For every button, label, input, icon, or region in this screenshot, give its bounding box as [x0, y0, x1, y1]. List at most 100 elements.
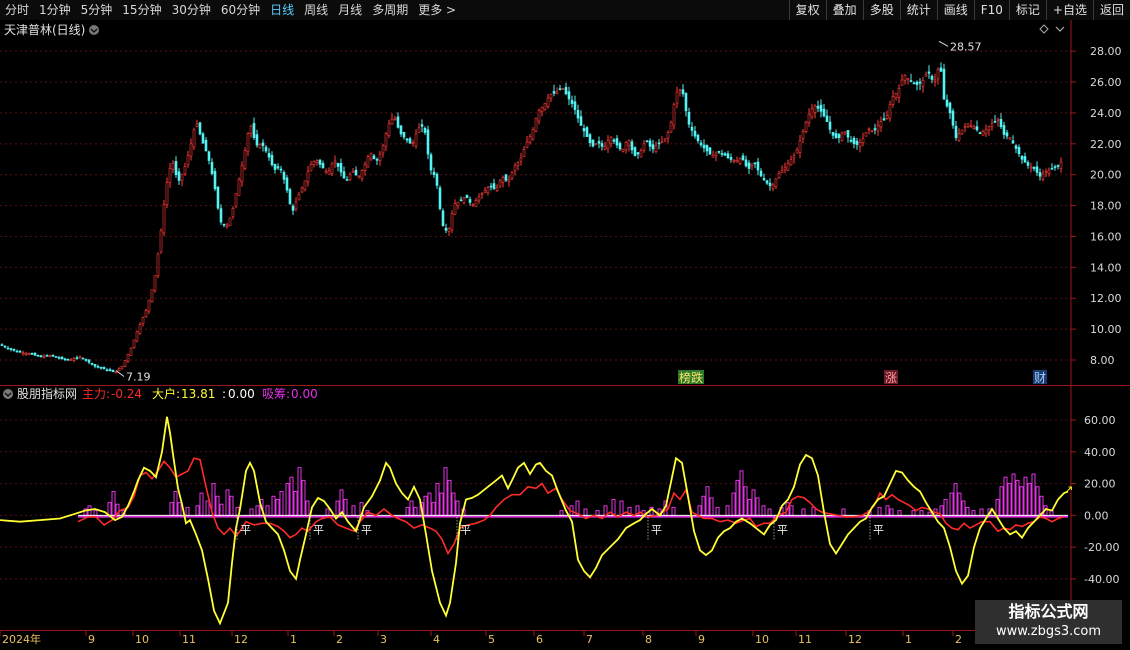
- candle-body: [660, 141, 664, 144]
- toolbar-button-2[interactable]: 多股: [862, 0, 900, 20]
- candle-body: [417, 127, 421, 133]
- candle-body: [966, 123, 970, 127]
- candle-body: [933, 79, 937, 82]
- candle-body: [171, 162, 175, 170]
- candle-body: [345, 179, 349, 181]
- candle-body: [135, 331, 139, 342]
- tab-0[interactable]: 分时: [0, 0, 34, 20]
- event-marker[interactable]: 财: [1034, 371, 1046, 385]
- candle-body: [870, 130, 874, 132]
- toolbar-button-7[interactable]: +自选: [1045, 0, 1093, 20]
- legend-colon: :: [222, 387, 226, 401]
- candle-body: [876, 124, 880, 132]
- candle-body: [606, 139, 610, 150]
- candle-body: [195, 123, 199, 127]
- watermark: 指标公式网 www.zbgs3.com: [975, 600, 1122, 644]
- candle-body: [777, 173, 781, 179]
- candle-body: [426, 129, 430, 155]
- candle-body: [87, 359, 91, 363]
- candle-body: [864, 132, 868, 137]
- indicator-tick-label: -40.00: [1084, 573, 1119, 586]
- candle-body: [807, 113, 811, 124]
- toolbar-button-5[interactable]: F10: [973, 0, 1009, 20]
- tab-1[interactable]: 1分钟: [34, 0, 76, 20]
- toolbar-button-6[interactable]: 标记: [1008, 0, 1046, 20]
- candle-body: [543, 103, 547, 111]
- candle-body: [324, 170, 328, 173]
- candle-body: [663, 138, 667, 141]
- candle-body: [834, 133, 838, 138]
- tab-8[interactable]: 月线: [333, 0, 367, 20]
- tab-4[interactable]: 30分钟: [167, 0, 216, 20]
- tab-7[interactable]: 周线: [299, 0, 333, 20]
- candle-body: [591, 139, 595, 147]
- candle-body: [18, 350, 22, 353]
- candle-body: [843, 131, 847, 134]
- candle-body: [813, 105, 817, 113]
- toolbar-button-4[interactable]: 画线: [936, 0, 974, 20]
- candle-body: [315, 160, 319, 163]
- candle-body: [108, 369, 112, 372]
- low-price-label: 7.19: [126, 371, 151, 384]
- candle-body: [474, 200, 478, 207]
- candle-body: [465, 194, 469, 199]
- tab-6[interactable]: 日线: [265, 0, 299, 20]
- candle-body: [990, 123, 994, 127]
- toolbar-button-8[interactable]: 返回: [1092, 0, 1130, 20]
- toolbar-button-1[interactable]: 叠加: [825, 0, 863, 20]
- candle-body: [51, 354, 55, 357]
- candle-body: [105, 369, 109, 372]
- candle-body: [546, 97, 550, 107]
- candle-body: [846, 130, 850, 138]
- candle-body: [240, 165, 244, 183]
- candle-body: [408, 138, 412, 144]
- tab-9[interactable]: 多周期: [367, 0, 413, 20]
- candle-body: [942, 68, 946, 100]
- candle-body: [261, 142, 265, 146]
- candle-body: [483, 190, 487, 194]
- tab-2[interactable]: 5分钟: [76, 0, 118, 20]
- candle-body: [456, 201, 460, 206]
- period-tabs: 分时 1分钟 5分钟 15分钟 30分钟 60分钟 日线 周线 月线 多周期 更多 >: [0, 0, 461, 20]
- candle-body: [279, 168, 283, 171]
- candle-body: [540, 106, 544, 112]
- candle-body: [69, 359, 73, 362]
- candle-body: [147, 299, 151, 312]
- candle-body: [111, 369, 115, 373]
- kline-title-text: 天津普林(日线): [4, 23, 85, 37]
- toolbar-button-3[interactable]: 统计: [899, 0, 937, 20]
- candle-body: [630, 141, 634, 151]
- candle-body: [885, 115, 889, 119]
- toolbar-button-0[interactable]: 复权: [788, 0, 826, 20]
- kline-tick-label: 16.00: [1090, 230, 1122, 243]
- candle-body: [753, 162, 757, 165]
- candle-body: [615, 138, 619, 146]
- candle-body: [819, 104, 823, 112]
- candle-body: [405, 138, 409, 141]
- candle-body: [756, 161, 760, 171]
- candle-body: [312, 161, 316, 165]
- event-marker[interactable]: 涨: [885, 370, 897, 385]
- candle-body: [732, 159, 736, 162]
- candle-body: [303, 180, 307, 190]
- event-marker[interactable]: 榜跌: [679, 370, 703, 385]
- candle-body: [90, 363, 94, 365]
- tab-3[interactable]: 15分钟: [117, 0, 166, 20]
- candle-body: [531, 129, 535, 140]
- watermark-line1: 指标公式网: [1008, 602, 1089, 621]
- tab-5[interactable]: 60分钟: [216, 0, 265, 20]
- tab-10[interactable]: 更多 >: [413, 0, 461, 20]
- candle-body: [657, 142, 661, 145]
- indicator-tick-label: 0.00: [1084, 509, 1109, 522]
- candle-body: [561, 88, 565, 90]
- candle-body: [381, 145, 385, 154]
- candle-body: [552, 91, 556, 94]
- candle-body: [393, 118, 397, 121]
- legend-value: 0.00: [291, 387, 318, 401]
- kline-title-dropdown-icon[interactable]: [89, 25, 99, 35]
- indicator-dropdown-icon[interactable]: [3, 389, 13, 399]
- candle-body: [165, 182, 169, 205]
- candle-body: [633, 147, 637, 156]
- kline-tick-label: 12.00: [1090, 292, 1122, 305]
- candle-body: [771, 184, 775, 189]
